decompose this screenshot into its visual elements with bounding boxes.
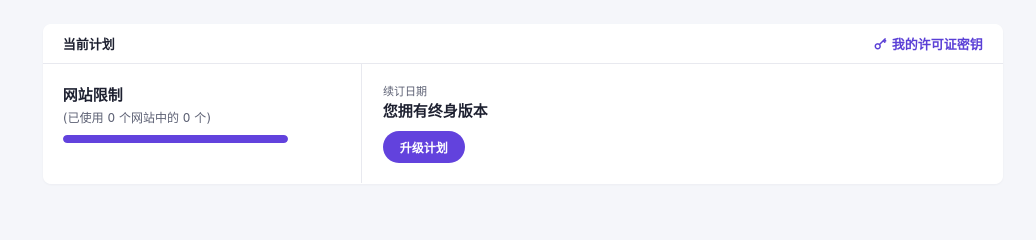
website-limit-section: 网站限制 (已使用 0 个网站中的 0 个) xyxy=(43,64,362,183)
renewal-section: 续订日期 您拥有终身版本 升级计划 xyxy=(362,64,1003,183)
upgrade-plan-button[interactable]: 升级计划 xyxy=(383,131,466,163)
renewal-value: 您拥有终身版本 xyxy=(383,102,489,120)
renewal-label: 续订日期 xyxy=(383,85,427,98)
website-usage-progress xyxy=(63,135,288,143)
card-header: 当前计划 我的许可证密钥 xyxy=(43,24,1003,64)
website-usage-text: (已使用 0 个网站中的 0 个) xyxy=(63,111,211,125)
website-usage-progress-fill xyxy=(63,135,288,143)
card-body: 网站限制 (已使用 0 个网站中的 0 个) 续订日期 您拥有终身版本 升级计划 xyxy=(43,64,1003,183)
current-plan-card: 当前计划 我的许可证密钥 网站限制 (已使用 0 个网站中的 0 个) 续订日期 xyxy=(43,24,1003,184)
card-title: 当前计划 xyxy=(63,38,116,53)
website-limit-title: 网站限制 xyxy=(63,86,124,104)
license-key-link[interactable]: 我的许可证密钥 xyxy=(874,34,983,53)
license-key-label: 我的许可证密钥 xyxy=(891,38,983,53)
key-icon xyxy=(874,37,887,50)
